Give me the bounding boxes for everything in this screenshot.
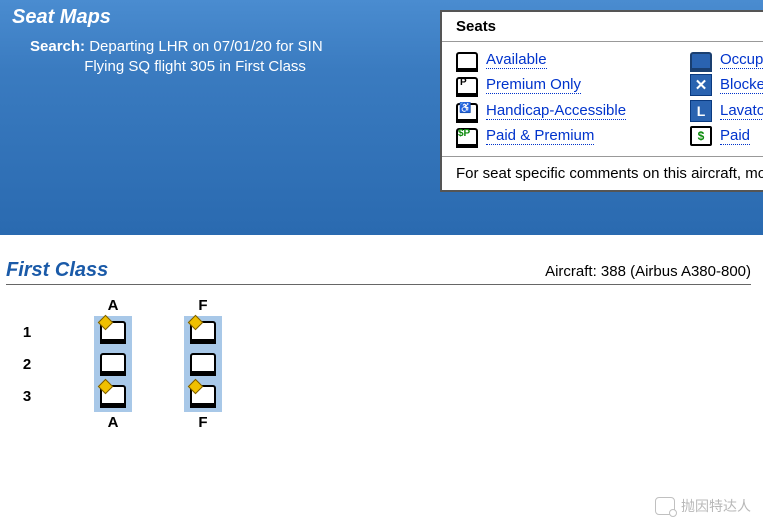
lavatory-icon: L	[690, 100, 712, 122]
legend-link-paid[interactable]: Paid	[720, 127, 750, 145]
row-label-2: 2	[12, 348, 42, 380]
watermark: 抛因特达人	[655, 496, 751, 516]
legend-item-blocked: ✕ Blocked	[690, 74, 763, 96]
cabin-header-row: First Class Aircraft: 388 (Airbus A380-8…	[6, 259, 751, 285]
col-label-f-top: F	[184, 295, 222, 316]
legend-panel: Seats Available Occupied P Premium Only …	[440, 10, 763, 192]
seat-2a[interactable]	[100, 351, 126, 373]
seat-blocked-icon: ✕	[690, 74, 712, 96]
seat-paid-premium-icon: $P	[456, 126, 478, 146]
legend-title: Seats	[442, 12, 763, 42]
seat-row-2: 2	[12, 348, 222, 380]
legend-grid: Available Occupied P Premium Only ✕ Bloc…	[442, 42, 763, 156]
row-label-3: 3	[12, 380, 42, 412]
legend-link-lavatory[interactable]: Lavatory	[720, 102, 763, 120]
legend-item-paid: $ Paid	[690, 126, 763, 146]
col-label-a-top: A	[94, 295, 132, 316]
seat-2f[interactable]	[190, 351, 216, 373]
legend-item-handicap: ♿ Handicap-Accessible	[456, 100, 686, 122]
legend-note: For seat specific comments on this aircr…	[442, 156, 763, 190]
legend-link-occupied[interactable]: Occupied	[720, 51, 763, 69]
column-header-bottom: A F	[12, 412, 222, 433]
legend-item-lavatory: L Lavatory	[690, 100, 763, 122]
legend-link-blocked[interactable]: Blocked	[720, 76, 763, 94]
seat-1f[interactable]	[190, 319, 216, 341]
legend-link-handicap[interactable]: Handicap-Accessible	[486, 102, 626, 120]
search-line-2: Flying SQ flight 305 in First Class	[84, 58, 306, 75]
cabin-class-title: First Class	[6, 259, 108, 282]
header-band: Seat Maps Search: Departing LHR on 07/01…	[0, 0, 763, 235]
legend-link-premium[interactable]: Premium Only	[486, 76, 581, 94]
search-line-1: Departing LHR on 07/01/20 for SIN	[89, 38, 322, 55]
seat-3a[interactable]	[100, 383, 126, 405]
seat-row-3: 3	[12, 380, 222, 412]
col-label-a-bottom: A	[94, 412, 132, 433]
legend-item-occupied: Occupied	[690, 50, 763, 70]
legend-item-paid-premium: $P Paid & Premium	[456, 126, 686, 146]
legend-link-paid-premium[interactable]: Paid & Premium	[486, 127, 594, 145]
seat-map: A F 1 2 3	[12, 295, 751, 433]
legend-item-available: Available	[456, 50, 686, 70]
col-label-f-bottom: F	[184, 412, 222, 433]
seat-available-icon	[456, 50, 478, 70]
seat-premium-icon: P	[456, 75, 478, 95]
legend-item-premium: P Premium Only	[456, 74, 686, 96]
row-label-1: 1	[12, 316, 42, 348]
wechat-icon	[655, 497, 675, 515]
seat-paid-icon: $	[690, 126, 712, 146]
seat-1a[interactable]	[100, 319, 126, 341]
legend-link-available[interactable]: Available	[486, 51, 547, 69]
cabin-section: First Class Aircraft: 388 (Airbus A380-8…	[0, 235, 763, 433]
page-title: Seat Maps	[12, 6, 430, 29]
seat-3f[interactable]	[190, 383, 216, 405]
watermark-text: 抛因特达人	[681, 496, 751, 516]
search-label: Search:	[30, 38, 85, 55]
seat-occupied-icon	[690, 50, 712, 70]
search-summary: Search: Departing LHR on 07/01/20 for SI…	[12, 37, 430, 78]
seat-row-1: 1	[12, 316, 222, 348]
aircraft-label: Aircraft: 388 (Airbus A380-800)	[545, 263, 751, 280]
header-left: Seat Maps Search: Departing LHR on 07/01…	[0, 0, 440, 78]
column-header-top: A F	[12, 295, 222, 316]
seat-handicap-icon: ♿	[456, 101, 478, 121]
seat-map-table: A F 1 2 3	[12, 295, 222, 433]
